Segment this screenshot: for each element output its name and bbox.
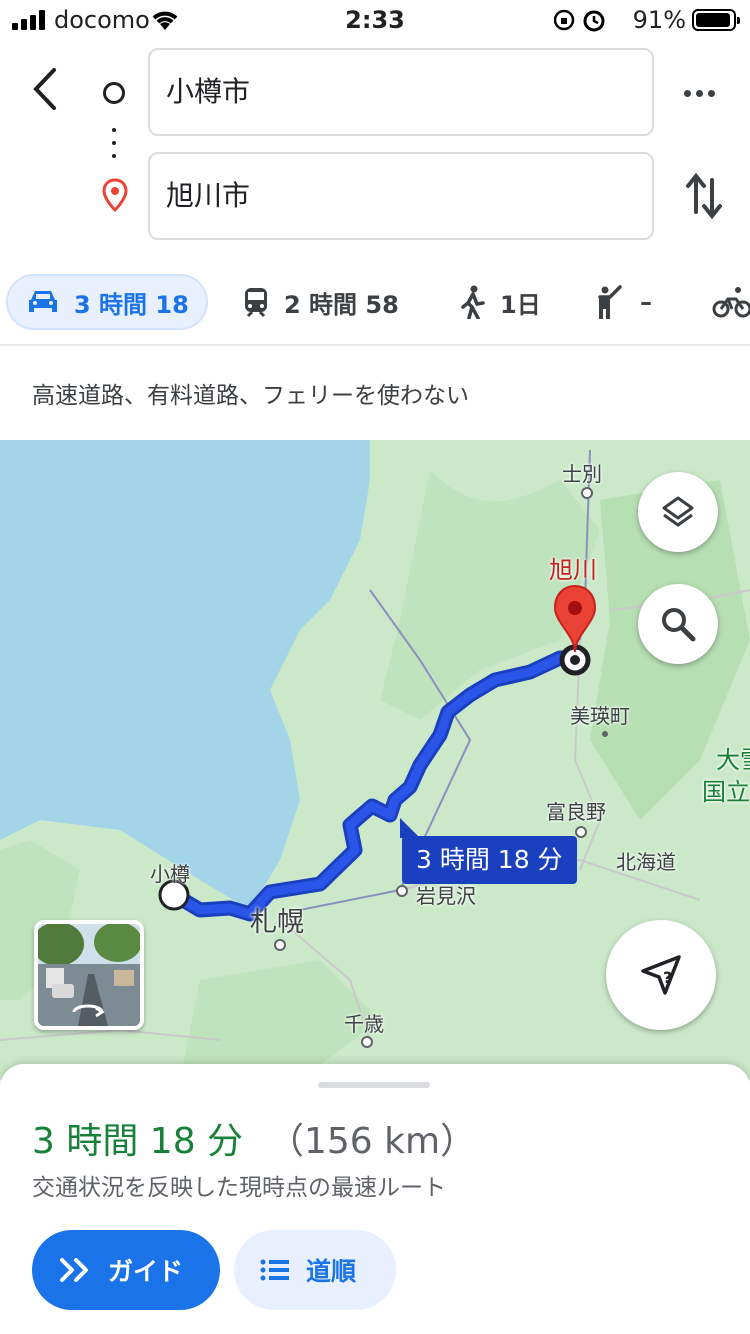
map-label-sapporo: 札幌 [250,907,304,938]
divider [0,344,750,346]
route-options-text[interactable]: 高速道路、有料道路、フェリーを使わない [32,376,469,410]
route-dots-icon [112,128,116,167]
steps-button[interactable]: 道順 [234,1230,396,1310]
route-duration: 3 時間 18 分 [32,1121,244,1162]
tab-walk-label: 1日 [500,290,541,319]
map-label-biei: 美瑛町 [570,704,630,728]
travel-mode-tabs: 3 時間 18 2 時間 58 1日 – [0,270,750,334]
list-icon [260,1259,289,1281]
chevron-left-icon [33,68,56,110]
report-button[interactable]: ? [606,920,716,1030]
tab-car[interactable]: 3 時間 18 [6,274,208,330]
search-along-route-button[interactable] [638,584,718,664]
map-label-iwamizawa: 岩見沢 [416,884,476,908]
map-label-park-2: 国立 [702,778,750,806]
map-label-chitose: 千歳 [344,1012,384,1036]
origin-field[interactable]: 小樽市 [148,48,654,136]
search-icon [662,608,696,642]
guide-button[interactable]: ガイド [32,1230,220,1310]
route-eta-bubble[interactable]: 3 時間 18 分 [400,818,577,884]
ride-hail-icon [598,285,622,319]
tab-train[interactable]: 2 時間 58 [242,274,399,330]
tab-walk[interactable]: 1日 [458,274,541,330]
route-distance: （156 km） [268,1121,477,1162]
map-label-asahikawa: 旭川 [549,556,597,584]
train-icon [245,288,267,318]
svg-text:?: ? [663,968,672,987]
bicycle-icon [712,287,750,318]
map-label-otaru: 小樽 [150,862,190,886]
status-bar: docomo 2:33 91% [0,0,750,40]
drag-handle[interactable] [318,1082,430,1088]
battery-icon [692,9,740,31]
origin-circle-icon [103,82,125,104]
tab-train-label: 2 時間 58 [284,290,399,319]
tab-car-label: 3 時間 18 [74,290,189,319]
more-options-button[interactable] [684,82,720,102]
tab-ride-label: – [640,288,652,316]
rotation-lock-alarm-icon [554,9,605,32]
street-view-thumbnail[interactable] [34,920,144,1030]
navigation-question-icon: ? [641,955,681,995]
layers-icon [662,496,694,527]
car-icon [29,291,57,312]
double-chevron-right-icon [60,1258,88,1282]
map-label-shibetsu: 士別 [562,462,602,486]
destination-field[interactable]: 旭川市 [148,152,654,240]
battery-percent: 91% [632,6,686,34]
layers-button[interactable] [638,472,718,552]
route-summary-sheet: 3 時間 18 分 （156 km） 交通状況を反映した現時点の最速ルート ガイ… [0,1064,750,1334]
walk-icon [461,285,485,319]
guide-button-label: ガイド [108,1257,184,1286]
map-view[interactable]: 士別 旭川 美瑛町 富良野 北海道 小樽 札幌 岩見沢 千歳 大雪 国立 3 時… [0,440,750,1080]
route-description: 交通状況を反映した現時点の最速ルート [32,1175,446,1201]
street-view-image [38,924,140,1026]
map-label-park-1: 大雪 [716,746,750,774]
back-button[interactable] [24,64,68,114]
swap-icon[interactable] [684,172,724,220]
steps-button-label: 道順 [306,1257,357,1286]
tab-ride[interactable]: – [594,274,652,330]
map-label-hokkaido-road: 北海道 [616,850,676,874]
destination-pin-icon [102,178,128,212]
tab-bike[interactable] [712,274,750,330]
map-label-furano: 富良野 [546,800,606,824]
